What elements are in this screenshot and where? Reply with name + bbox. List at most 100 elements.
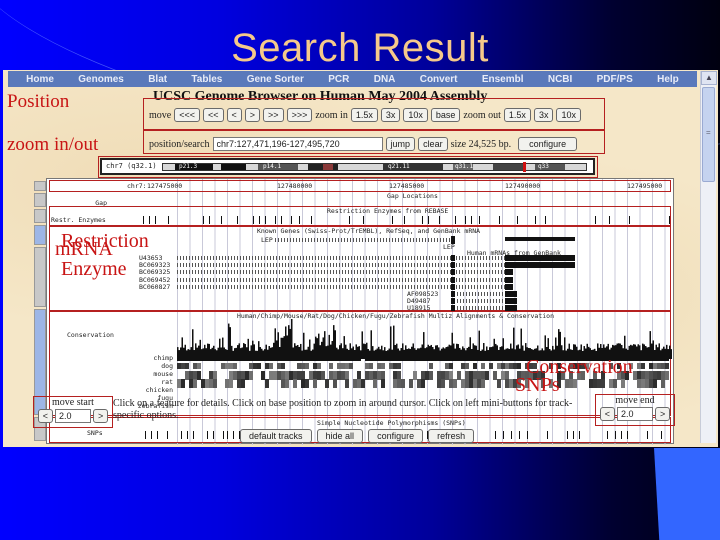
snp-site[interactable] — [661, 431, 662, 439]
mrna-exon[interactable] — [505, 276, 513, 283]
vertical-scrollbar[interactable]: ▲ — [700, 71, 717, 443]
nav-help[interactable]: Help — [657, 74, 679, 85]
zoom-out-1-5x-button[interactable]: 1.5x — [503, 108, 531, 122]
snp-site[interactable] — [607, 431, 608, 439]
restriction-site[interactable] — [535, 216, 536, 224]
scroll-up-arrow-icon[interactable]: ▲ — [701, 71, 717, 85]
restriction-site[interactable] — [404, 216, 405, 224]
restriction-site[interactable] — [428, 216, 429, 224]
snp-site[interactable] — [647, 431, 648, 439]
mini-button-gap[interactable] — [34, 193, 46, 207]
restriction-site[interactable] — [439, 216, 440, 224]
mrna-exon[interactable] — [451, 298, 455, 305]
restriction-site[interactable] — [311, 216, 312, 224]
nav-blat[interactable]: Blat — [148, 74, 167, 85]
snp-site[interactable] — [167, 431, 168, 439]
mrna-accession[interactable]: BC060827 — [139, 283, 170, 291]
hide-all-button[interactable]: hide all — [316, 429, 364, 443]
mini-button-mrna[interactable] — [34, 247, 46, 307]
restriction-site[interactable] — [595, 216, 596, 224]
chromosome-ideogram[interactable]: chr7 (q32.1) p21.3 p14.1 q21.11 q31.1 q3… — [100, 158, 595, 175]
snp-site[interactable] — [181, 431, 182, 439]
mrna-exon[interactable] — [505, 255, 575, 261]
restriction-site[interactable] — [253, 216, 254, 224]
nav-pdf-ps[interactable]: PDF/PS — [597, 74, 633, 85]
move-start-right-button[interactable]: > — [93, 409, 109, 423]
nav-home[interactable]: Home — [26, 74, 54, 85]
move-end-right-button[interactable]: > — [655, 407, 671, 421]
snp-site[interactable] — [503, 431, 504, 439]
conservation-graph[interactable] — [177, 319, 672, 359]
configure-bottom-button[interactable]: configure — [368, 429, 424, 443]
move-start-input[interactable] — [55, 409, 91, 423]
snp-site[interactable] — [157, 431, 158, 439]
restriction-site[interactable] — [275, 216, 276, 224]
snp-site[interactable] — [187, 431, 188, 439]
restriction-site[interactable] — [143, 216, 144, 224]
zoom-out-10x-button[interactable]: 10x — [556, 108, 581, 122]
mrna-exon[interactable] — [505, 269, 513, 276]
position-search-input[interactable] — [212, 137, 383, 151]
move-end-left-button[interactable]: < — [599, 407, 615, 421]
restriction-site[interactable] — [291, 216, 292, 224]
snp-site[interactable] — [213, 431, 214, 439]
scroll-thumb[interactable] — [702, 87, 715, 182]
restriction-site[interactable] — [259, 216, 260, 224]
restriction-site[interactable] — [221, 216, 222, 224]
zoom-in-1-5x-button[interactable]: 1.5x — [350, 108, 378, 122]
restriction-site[interactable] — [545, 216, 546, 224]
restriction-site[interactable] — [499, 216, 500, 224]
move-right-button[interactable]: >> — [263, 108, 284, 122]
gene-exon[interactable] — [505, 237, 575, 241]
move-far-right-button[interactable]: >>> — [286, 108, 313, 122]
restriction-site[interactable] — [609, 216, 610, 224]
nav-tables[interactable]: Tables — [191, 74, 222, 85]
default-tracks-button[interactable]: default tracks — [240, 429, 312, 443]
mrna-exon[interactable] — [451, 291, 455, 297]
restriction-site[interactable] — [465, 216, 466, 224]
restriction-site[interactable] — [155, 216, 156, 224]
snp-site[interactable] — [621, 431, 622, 439]
restriction-site[interactable] — [349, 216, 350, 224]
snp-site[interactable] — [573, 431, 574, 439]
move-end-input[interactable] — [617, 407, 653, 421]
snp-site[interactable] — [233, 431, 234, 439]
nav-pcr[interactable]: PCR — [328, 74, 349, 85]
restriction-site[interactable] — [517, 216, 518, 224]
mini-button-restriction[interactable] — [34, 209, 46, 223]
snp-site[interactable] — [615, 431, 616, 439]
snp-site[interactable] — [223, 431, 224, 439]
snp-site[interactable] — [579, 431, 580, 439]
nav-gene-sorter[interactable]: Gene Sorter — [247, 74, 304, 85]
snp-site[interactable] — [547, 431, 548, 439]
restriction-site[interactable] — [168, 216, 169, 224]
mrna-exon[interactable] — [505, 291, 517, 297]
mrna-exon[interactable] — [505, 283, 513, 290]
restriction-site[interactable] — [392, 216, 393, 224]
mrna-exon[interactable] — [505, 305, 517, 312]
mrna-exon[interactable] — [505, 262, 575, 269]
restriction-site[interactable] — [281, 216, 282, 224]
snp-site[interactable] — [567, 431, 568, 439]
restriction-site[interactable] — [363, 216, 364, 224]
snp-site[interactable] — [627, 431, 628, 439]
move-step-right-button[interactable]: > — [244, 108, 261, 122]
snp-site[interactable] — [519, 431, 520, 439]
restriction-site[interactable] — [149, 216, 150, 224]
restriction-site[interactable] — [265, 216, 266, 224]
move-far-left-button[interactable]: <<< — [174, 108, 200, 122]
mrna-exon[interactable] — [451, 276, 455, 283]
move-left-button[interactable]: << — [203, 108, 224, 122]
snp-site[interactable] — [151, 431, 152, 439]
clear-button[interactable]: clear — [418, 137, 448, 151]
mrna-exon[interactable] — [451, 269, 455, 276]
mini-button-genes[interactable] — [34, 225, 46, 245]
nav-ncbi[interactable]: NCBI — [548, 74, 572, 85]
nav-genomes[interactable]: Genomes — [78, 74, 124, 85]
configure-top-button[interactable]: configure — [518, 137, 578, 151]
mrna-exon[interactable] — [505, 298, 517, 305]
restriction-site[interactable] — [629, 216, 630, 224]
nav-convert[interactable]: Convert — [420, 74, 458, 85]
restriction-site[interactable] — [479, 216, 480, 224]
jump-button[interactable]: jump — [385, 137, 416, 151]
